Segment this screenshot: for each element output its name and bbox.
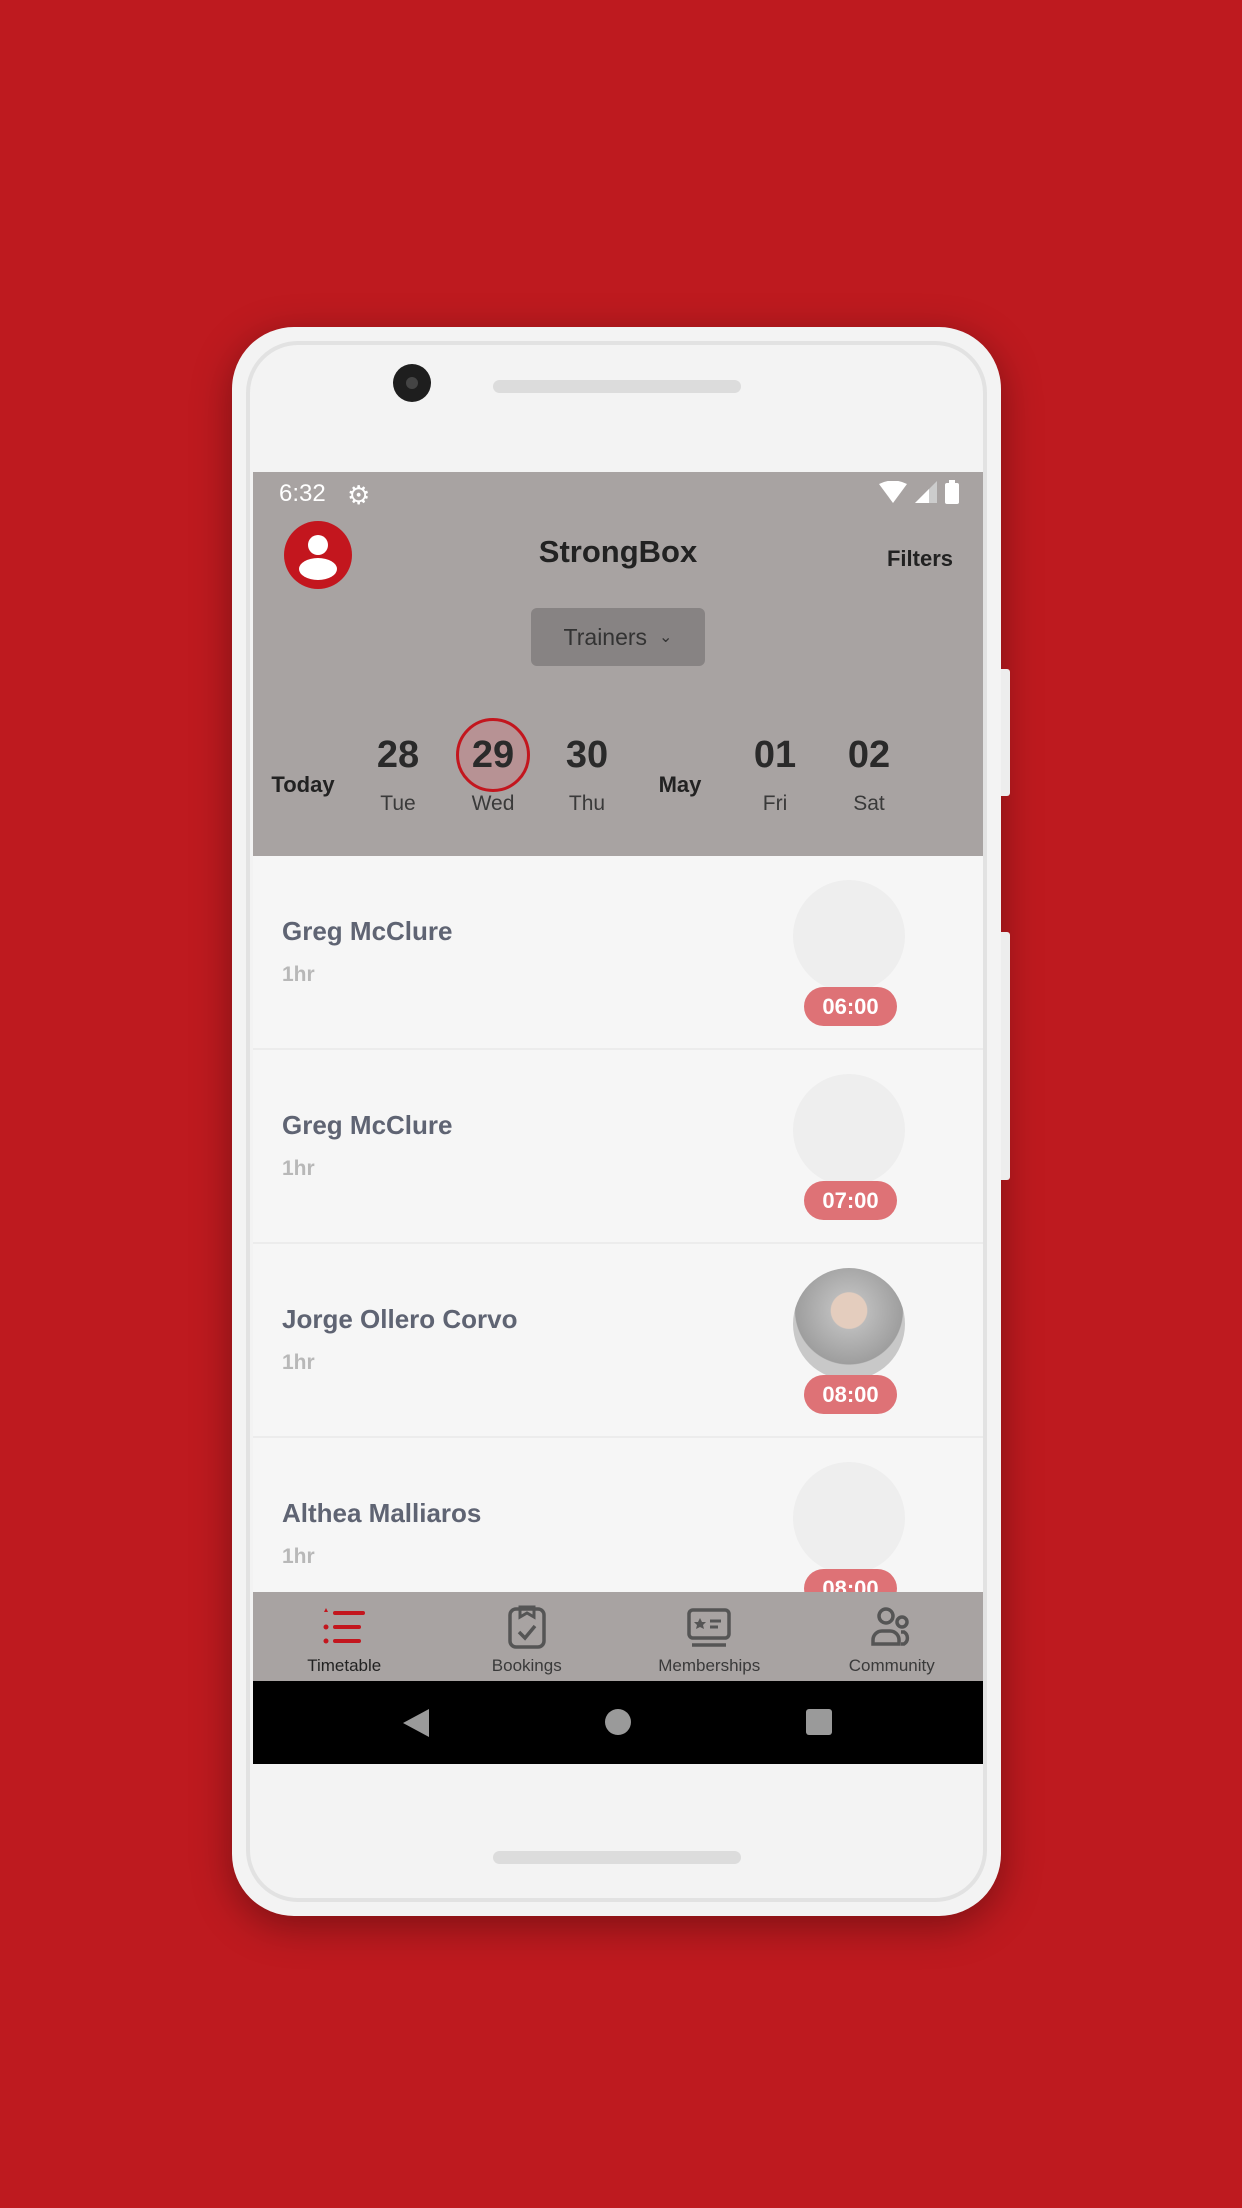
date-item-selected[interactable]: 29 Wed	[453, 718, 533, 816]
home-icon[interactable]	[605, 1709, 631, 1735]
bottom-nav: Timetable Bookings Memberships Community	[253, 1592, 983, 1681]
date-number: 01	[753, 734, 797, 776]
trainer-avatar	[793, 880, 905, 992]
date-weekday: Wed	[471, 792, 515, 815]
session-duration: 1hr	[282, 1545, 315, 1568]
time-pill: 06:00	[804, 987, 897, 1026]
session-row[interactable]: Greg McClure 1hr 07:00	[253, 1050, 983, 1244]
bottom-speaker	[493, 1851, 741, 1864]
date-weekday: Sat	[853, 792, 885, 815]
trainers-dropdown[interactable]: Trainers ⌄	[531, 608, 705, 666]
date-number: 02	[847, 734, 891, 776]
time-pill: 08:00	[804, 1375, 897, 1414]
nav-memberships[interactable]: Memberships	[618, 1592, 801, 1681]
volume-button	[1001, 932, 1010, 1180]
status-icons	[879, 480, 959, 504]
nav-label: Community	[848, 1656, 935, 1675]
signal-icon	[915, 481, 937, 503]
date-item[interactable]: 01 Fri	[735, 730, 815, 816]
wifi-icon	[879, 481, 907, 503]
date-number: 30	[565, 734, 609, 776]
session-duration: 1hr	[282, 1351, 315, 1374]
nav-label: Bookings	[491, 1656, 562, 1675]
trainer-avatar	[793, 1074, 905, 1186]
nav-timetable[interactable]: Timetable	[253, 1592, 436, 1681]
filters-button[interactable]: Filters	[887, 546, 953, 572]
memberships-icon	[687, 1608, 731, 1647]
nav-community[interactable]: Community	[801, 1592, 984, 1681]
date-item[interactable]: 02 Sat	[829, 730, 909, 816]
power-button	[1001, 669, 1010, 796]
session-row[interactable]: Jorge Ollero Corvo 1hr 08:00	[253, 1244, 983, 1438]
trainer-name: Althea Malliaros	[282, 1498, 482, 1528]
today-button[interactable]: Today	[271, 772, 334, 798]
date-weekday: Tue	[380, 792, 416, 815]
front-camera	[393, 364, 431, 402]
community-icon	[871, 1607, 909, 1646]
date-weekday: Thu	[568, 792, 606, 815]
trainer-avatar	[793, 1462, 905, 1574]
time-pill: 07:00	[804, 1181, 897, 1220]
nav-label: Memberships	[658, 1656, 761, 1675]
earpiece-speaker	[493, 380, 741, 393]
trainer-photo	[793, 1268, 905, 1380]
date-item[interactable]: 28 Tue	[358, 730, 438, 816]
date-weekday: Fri	[762, 792, 788, 815]
month-label: May	[658, 772, 702, 797]
system-nav-bar	[253, 1681, 983, 1764]
trainer-name: Greg McClure	[282, 916, 453, 946]
date-item[interactable]: 30 Thu	[547, 730, 627, 816]
bookings-icon	[508, 1605, 546, 1649]
header: 6:32 ⚙ StrongBox Filters Trainers ⌄ Toda…	[253, 472, 983, 856]
trainer-name: Jorge Ollero Corvo	[282, 1304, 518, 1334]
back-icon[interactable]	[403, 1709, 429, 1737]
session-row[interactable]: Greg McClure 1hr 06:00	[253, 856, 983, 1050]
trainers-dropdown-label: Trainers	[563, 623, 648, 650]
timetable-icon	[323, 1608, 366, 1644]
settings-gear-icon: ⚙	[347, 480, 371, 510]
app-title: StrongBox	[538, 534, 698, 569]
recents-icon[interactable]	[806, 1709, 832, 1735]
battery-icon	[945, 480, 959, 504]
nav-label: Timetable	[307, 1656, 382, 1675]
session-duration: 1hr	[282, 963, 315, 986]
date-number: 28	[376, 734, 420, 776]
session-duration: 1hr	[282, 1157, 315, 1180]
date-number: 29	[456, 718, 530, 792]
status-time: 6:32	[279, 480, 326, 507]
app-screen: 6:32 ⚙ StrongBox Filters Trainers ⌄ Toda…	[253, 472, 983, 1764]
trainer-name: Greg McClure	[282, 1110, 453, 1140]
nav-bookings[interactable]: Bookings	[436, 1592, 619, 1681]
chevron-down-icon: ⌄	[659, 629, 673, 646]
